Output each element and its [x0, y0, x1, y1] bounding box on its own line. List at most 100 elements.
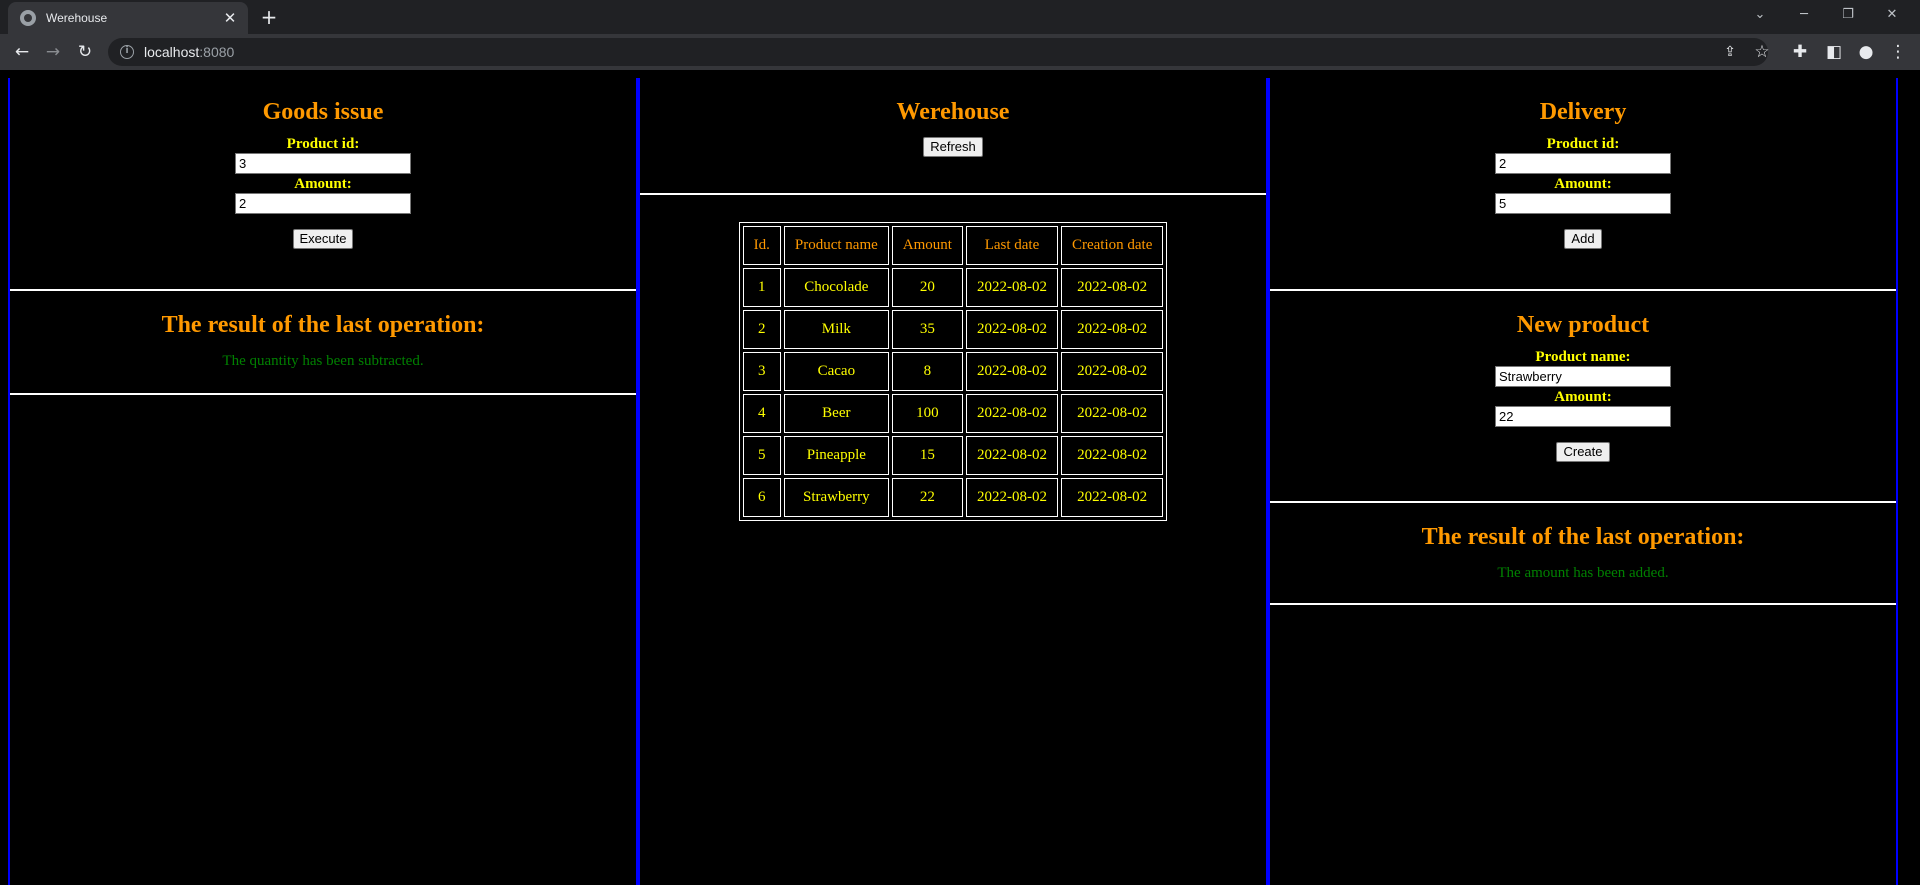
new-product-section: New product Product name: Strawberry Amo…	[1270, 291, 1896, 503]
table-cell: 5	[742, 436, 781, 475]
right-result-message: The amount has been added.	[1497, 565, 1669, 581]
goods-issue-product-id-input[interactable]: 3	[235, 153, 411, 174]
warehouse-column: Werehouse Refresh Id. Product name Amount L…	[638, 78, 1268, 885]
tab-close-icon[interactable]: ✕	[222, 9, 238, 27]
menu-icon[interactable]: ⋮	[1884, 38, 1912, 66]
table-cell: 2022-08-02	[1060, 394, 1164, 433]
browser-tab-strip: Werehouse ✕ + ⌄ ─ ❐ ✕	[0, 0, 1920, 34]
goods-issue-title: Goods issue	[262, 99, 384, 125]
new-product-amount-input[interactable]: 22	[1495, 406, 1671, 427]
warehouse-title: Werehouse	[896, 99, 1010, 125]
left-result-message: The quantity has been subtracted.	[222, 353, 424, 369]
goods-issue-section: Goods issue Product id: 3 Amount: 2 Exec…	[10, 78, 636, 291]
table-cell: 35	[891, 310, 963, 349]
browser-tab[interactable]: Werehouse ✕	[8, 2, 248, 34]
table-cell: 2	[742, 310, 781, 349]
forward-icon[interactable]: →	[39, 38, 67, 66]
close-window-icon[interactable]: ✕	[1870, 0, 1914, 30]
page-viewport: Goods issue Product id: 3 Amount: 2 Exec…	[0, 70, 1920, 885]
side-panel-icon[interactable]: ◧	[1820, 38, 1848, 66]
delivery-column: Delivery Product id: 2 Amount: 5 Add New…	[1268, 78, 1898, 885]
table-row: 4 Beer 100 2022-08-02 2022-08-02	[742, 394, 1164, 433]
minimize-icon[interactable]: ─	[1782, 0, 1826, 30]
stock-table-header-row: Id. Product name Amount Last date Creation d…	[742, 226, 1164, 265]
table-cell: 15	[891, 436, 963, 475]
new-product-title: New product	[1516, 312, 1650, 338]
left-result-title: The result of the last operation:	[161, 312, 485, 338]
table-cell: 100	[891, 394, 963, 433]
table-cell: 1	[742, 268, 781, 307]
table-row: 3 Cacao 8 2022-08-02 2022-08-02	[742, 352, 1164, 391]
globe-icon	[20, 10, 36, 26]
table-cell: 2022-08-02	[1060, 436, 1164, 475]
table-cell: 8	[891, 352, 963, 391]
column-header: Creation date	[1060, 226, 1164, 265]
table-cell: 20	[891, 268, 963, 307]
amount-label: Amount:	[1554, 176, 1612, 192]
extensions-icon[interactable]: ✚	[1786, 38, 1814, 66]
table-cell: 6	[742, 478, 781, 517]
table-cell: Cacao	[783, 352, 889, 391]
table-cell: 2022-08-02	[965, 478, 1058, 517]
right-result-title: The result of the last operation:	[1421, 524, 1745, 550]
profile-icon[interactable]: ●	[1852, 38, 1880, 66]
stock-table-wrapper: Id. Product name Amount Last date Creation d…	[640, 195, 1266, 521]
table-cell: 2022-08-02	[1060, 268, 1164, 307]
left-result-section: The result of the last operation: The qu…	[10, 291, 636, 395]
url-text: localhost:8080	[144, 44, 235, 60]
execute-button[interactable]: Execute	[292, 229, 354, 249]
address-bar[interactable]: i localhost:8080	[108, 38, 1768, 66]
table-cell: Milk	[783, 310, 889, 349]
amount-label: Amount:	[1554, 389, 1612, 405]
tab-search-icon[interactable]: ⌄	[1738, 0, 1782, 30]
back-icon[interactable]: ←	[8, 38, 36, 66]
table-row: 1 Chocolade 20 2022-08-02 2022-08-02	[742, 268, 1164, 307]
product-name-label: Product name:	[1535, 349, 1631, 365]
delivery-section: Delivery Product id: 2 Amount: 5 Add	[1270, 78, 1896, 291]
product-id-label: Product id:	[286, 136, 360, 152]
table-cell: 2022-08-02	[1060, 352, 1164, 391]
column-header: Amount	[891, 226, 963, 265]
table-cell: 2022-08-02	[965, 436, 1058, 475]
new-product-name-input[interactable]: Strawberry	[1495, 366, 1671, 387]
table-cell: 2022-08-02	[1060, 310, 1164, 349]
create-button[interactable]: Create	[1556, 442, 1610, 462]
table-row: 2 Milk 35 2022-08-02 2022-08-02	[742, 310, 1164, 349]
table-cell: 2022-08-02	[965, 394, 1058, 433]
restore-icon[interactable]: ❐	[1826, 0, 1870, 30]
browser-toolbar: ← → ↻ i localhost:8080 ⇪ ☆ ✚ ◧ ● ⋮	[0, 34, 1920, 70]
delivery-amount-input[interactable]: 5	[1495, 193, 1671, 214]
right-result-section: The result of the last operation: The am…	[1270, 503, 1896, 605]
refresh-button[interactable]: Refresh	[923, 137, 983, 157]
table-cell: 2022-08-02	[965, 268, 1058, 307]
table-cell: 2022-08-02	[1060, 478, 1164, 517]
info-icon[interactable]: i	[120, 45, 134, 59]
table-cell: 3	[742, 352, 781, 391]
tab-title: Werehouse	[46, 11, 108, 25]
column-header: Product name	[783, 226, 889, 265]
table-cell: Strawberry	[783, 478, 889, 517]
table-row: 5 Pineapple 15 2022-08-02 2022-08-02	[742, 436, 1164, 475]
table-cell: Pineapple	[783, 436, 889, 475]
stock-table-body: 1 Chocolade 20 2022-08-02 2022-08-02 2 Milk 35 2…	[742, 268, 1164, 517]
product-id-label: Product id:	[1546, 136, 1620, 152]
amount-label: Amount:	[294, 176, 352, 192]
share-icon[interactable]: ⇪	[1716, 38, 1744, 66]
bookmark-star-icon[interactable]: ☆	[1748, 38, 1776, 66]
reload-icon[interactable]: ↻	[71, 38, 99, 66]
table-cell: Beer	[783, 394, 889, 433]
delivery-title: Delivery	[1539, 99, 1627, 125]
delivery-product-id-input[interactable]: 2	[1495, 153, 1671, 174]
column-header: Last date	[965, 226, 1058, 265]
goods-issue-amount-input[interactable]: 2	[235, 193, 411, 214]
warehouse-header-section: Werehouse Refresh	[640, 78, 1266, 195]
goods-issue-column: Goods issue Product id: 3 Amount: 2 Exec…	[8, 78, 638, 885]
stock-table: Id. Product name Amount Last date Creation d…	[738, 222, 1168, 521]
table-cell: Chocolade	[783, 268, 889, 307]
add-button[interactable]: Add	[1564, 229, 1602, 249]
new-tab-button[interactable]: +	[254, 4, 284, 30]
table-row: 6 Strawberry 22 2022-08-02 2022-08-02	[742, 478, 1164, 517]
column-header: Id.	[742, 226, 781, 265]
table-cell: 4	[742, 394, 781, 433]
table-cell: 2022-08-02	[965, 352, 1058, 391]
